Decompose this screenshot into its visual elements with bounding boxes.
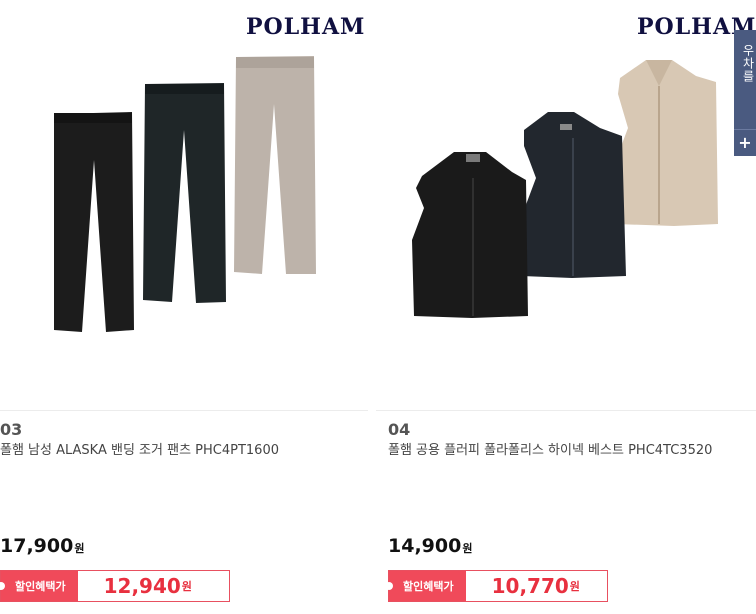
benefit-label: 할인혜택가 bbox=[403, 580, 454, 593]
sale-price: 12,940 원 bbox=[77, 571, 206, 601]
discount-benefit: 할인혜택가 10,770 원 bbox=[385, 570, 608, 602]
currency-unit: 원 bbox=[569, 580, 580, 593]
benefit-label: 할인혜택가 bbox=[15, 580, 66, 593]
fleece-vest-image bbox=[412, 60, 718, 318]
brand-logo: POLHAM bbox=[246, 14, 366, 40]
pants-dark bbox=[143, 83, 226, 303]
sale-price-value: 10,770 bbox=[491, 574, 569, 598]
tag-hole bbox=[385, 582, 393, 590]
divider bbox=[376, 410, 756, 411]
product-image[interactable]: POLHAM bbox=[376, 0, 756, 410]
discount-tag: 할인혜택가 bbox=[385, 571, 466, 601]
floating-side-panel[interactable]: 우차를 + bbox=[734, 30, 756, 156]
product-name[interactable]: 폴햄 공용 플러피 폴라폴리스 하이넥 베스트 PHC4TC3520 bbox=[388, 441, 748, 461]
original-price: 14,900원 bbox=[388, 535, 472, 557]
original-price: 17,900원 bbox=[0, 535, 84, 557]
discount-tag: 할인혜택가 bbox=[0, 571, 78, 601]
price-value: 14,900 bbox=[388, 535, 462, 557]
tag-hole bbox=[0, 582, 5, 590]
rank-number: 03 bbox=[0, 420, 23, 439]
sale-price: 10,770 원 bbox=[465, 571, 594, 601]
product-name[interactable]: 폴햄 남성 ALASKA 밴딩 조거 팬츠 PHC4PT1600 bbox=[0, 441, 330, 461]
expand-plus-icon[interactable]: + bbox=[734, 129, 756, 156]
side-panel-text: 우차를 bbox=[741, 44, 755, 83]
divider bbox=[0, 410, 368, 411]
currency-unit: 원 bbox=[181, 580, 192, 593]
product-card[interactable]: POLHAM 04 폴햄 공용 플러피 폴라폴리스 하이넥 베스트 PHC4TC… bbox=[376, 0, 756, 614]
price-value: 17,900 bbox=[0, 535, 74, 557]
jogger-pants-image bbox=[54, 56, 316, 332]
vest-navy bbox=[522, 112, 626, 278]
vest-beige bbox=[616, 60, 718, 226]
vest-black bbox=[412, 152, 528, 318]
currency-unit: 원 bbox=[74, 542, 85, 555]
rank-number: 04 bbox=[388, 420, 411, 439]
pants-black bbox=[54, 112, 134, 332]
pants-beige bbox=[234, 56, 316, 274]
discount-benefit: 할인혜택가 12,940 원 bbox=[0, 570, 230, 602]
currency-unit: 원 bbox=[462, 542, 473, 555]
product-image[interactable]: POLHAM bbox=[0, 0, 368, 410]
product-card[interactable]: POLHAM 03 폴햄 남성 ALASKA 밴딩 조거 팬츠 PHC4PT16… bbox=[0, 0, 368, 614]
sale-price-value: 12,940 bbox=[103, 574, 181, 598]
